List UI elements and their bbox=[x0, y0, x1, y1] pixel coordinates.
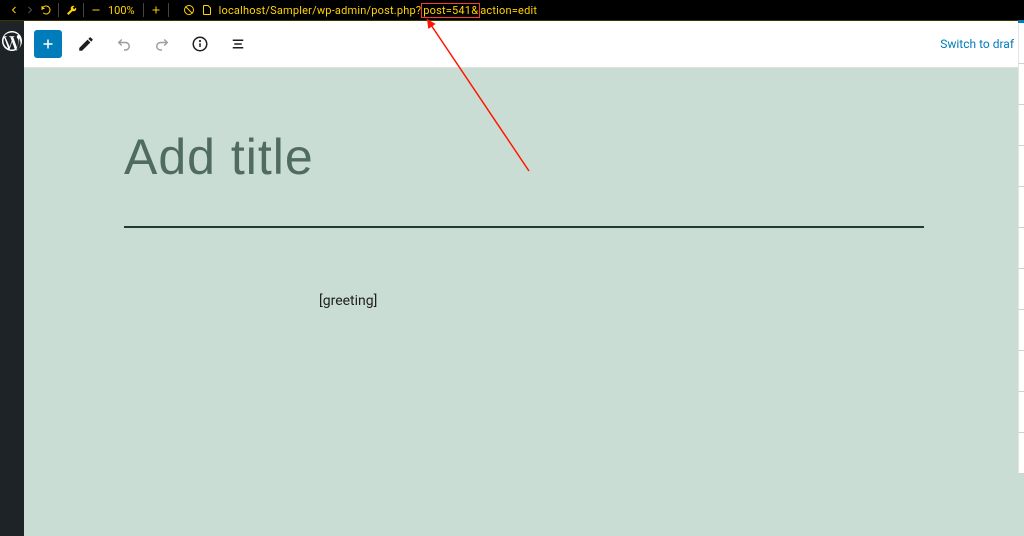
undo-button[interactable] bbox=[110, 30, 138, 58]
url-highlight-box: post=541& bbox=[421, 3, 480, 18]
address-bar[interactable]: localhost/Sampler/wp-admin/post.php?post… bbox=[183, 4, 1018, 17]
wp-admin-rail bbox=[0, 21, 24, 536]
horizontal-rule bbox=[124, 226, 924, 228]
separator bbox=[83, 3, 84, 17]
browser-toolbar: 100% localhost/Sampler/wp-admin/post.php… bbox=[0, 0, 1024, 21]
reload-icon[interactable] bbox=[38, 2, 54, 18]
url-text: localhost/Sampler/wp-admin/post.php?post… bbox=[219, 4, 538, 17]
settings-panel-collapsed bbox=[1018, 20, 1024, 536]
wrench-icon[interactable] bbox=[63, 2, 79, 18]
switch-to-draft-link[interactable]: Switch to draf bbox=[940, 37, 1014, 51]
shield-off-icon bbox=[183, 4, 195, 16]
redo-button[interactable] bbox=[148, 30, 176, 58]
wordpress-logo-icon[interactable] bbox=[0, 29, 24, 53]
zoom-level: 100% bbox=[108, 4, 135, 17]
separator bbox=[58, 3, 59, 17]
forward-icon[interactable] bbox=[22, 2, 38, 18]
separator bbox=[168, 3, 169, 17]
block-editor: Switch to draf Add title [greeting] bbox=[24, 21, 1024, 536]
back-icon[interactable] bbox=[6, 2, 22, 18]
shortcode-block[interactable]: [greeting] bbox=[319, 293, 377, 309]
page-icon bbox=[201, 4, 213, 16]
zoom-out-icon[interactable] bbox=[88, 2, 104, 18]
separator bbox=[143, 3, 144, 17]
zoom-in-icon[interactable] bbox=[148, 2, 164, 18]
outline-button[interactable] bbox=[224, 30, 252, 58]
add-block-button[interactable] bbox=[34, 30, 62, 58]
info-button[interactable] bbox=[186, 30, 214, 58]
editor-toolbar: Switch to draf bbox=[24, 21, 1024, 68]
edit-mode-button[interactable] bbox=[72, 30, 100, 58]
editor-canvas[interactable]: Add title [greeting] bbox=[24, 68, 1024, 288]
post-title-input[interactable]: Add title bbox=[124, 128, 924, 186]
